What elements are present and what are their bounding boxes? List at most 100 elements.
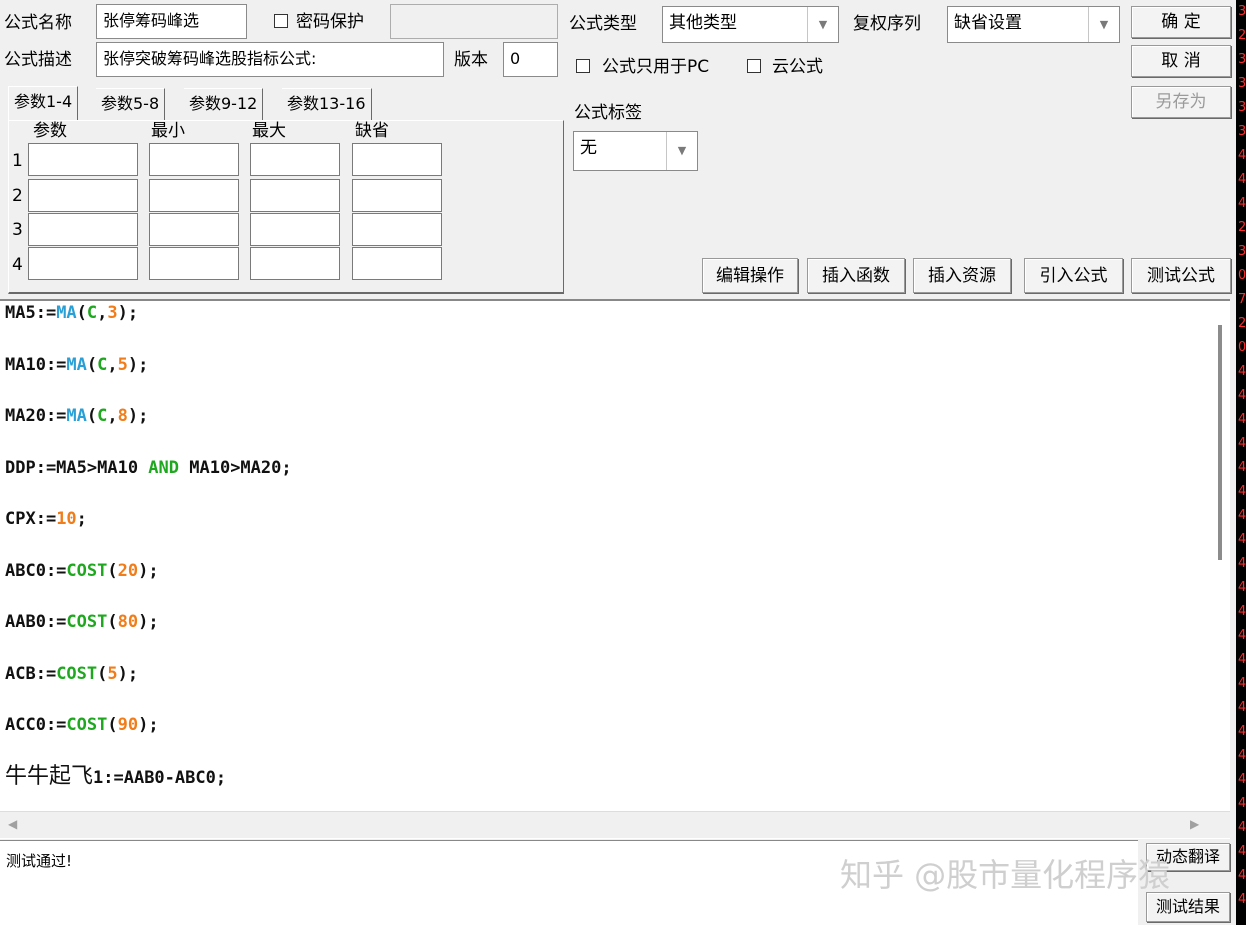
- formula-desc-input[interactable]: 张停突破筹码峰选股指标公式:: [96, 42, 444, 77]
- code-token: AAB0:=: [5, 612, 67, 632]
- restore-series-select[interactable]: 缺省设置 ▼: [947, 6, 1120, 43]
- pc-only-checkbox[interactable]: [576, 59, 590, 73]
- code-token: ABC0:=: [5, 560, 67, 581]
- param-1-default[interactable]: [352, 143, 442, 176]
- code-line: MA10:=MA(C,5);: [5, 354, 148, 376]
- test-formula-button[interactable]: 测试公式: [1131, 258, 1231, 293]
- tab-params-1-4[interactable]: 参数1-4: [8, 86, 79, 121]
- formula-name-label: 公式名称: [4, 13, 72, 33]
- formula-name-input[interactable]: 张停筹码峰选: [96, 4, 247, 39]
- param-4-min[interactable]: [149, 247, 239, 280]
- code-editor[interactable]: [0, 299, 1230, 839]
- code-token: COST: [56, 663, 98, 684]
- param-header-max: 最大: [252, 121, 286, 141]
- param-2-max[interactable]: [250, 179, 340, 212]
- param-3-min[interactable]: [149, 213, 239, 246]
- strip-char: 2: [1238, 28, 1246, 43]
- strip-char: 3: [1238, 76, 1246, 91]
- code-token: MA10:=: [5, 354, 67, 375]
- strip-char: 4: [1238, 172, 1246, 187]
- strip-char: 2: [1238, 316, 1246, 331]
- strip-char: 4: [1238, 628, 1246, 643]
- formula-tag-select[interactable]: 无 ▼: [573, 131, 698, 171]
- strip-char: 3: [1238, 244, 1246, 259]
- code-token: C: [97, 354, 108, 375]
- chevron-down-icon[interactable]: ▼: [1088, 7, 1119, 42]
- code-token: ,: [107, 406, 118, 426]
- scroll-left-icon[interactable]: ◀: [8, 817, 17, 831]
- code-token: 3: [107, 303, 118, 323]
- test-result-button[interactable]: 测试结果: [1146, 892, 1230, 922]
- tab-params-5-8[interactable]: 参数5-8: [96, 88, 166, 120]
- code-token: );: [138, 612, 159, 632]
- strip-char: 2: [1238, 220, 1246, 235]
- formula-type-label: 公式类型: [569, 14, 637, 34]
- chevron-down-icon[interactable]: ▼: [666, 132, 697, 170]
- param-1-max[interactable]: [250, 143, 340, 176]
- param-1-min[interactable]: [149, 143, 239, 176]
- code-token: DDP:=MA5>MA10: [5, 457, 149, 478]
- horizontal-scrollbar[interactable]: ◀ ▶: [0, 811, 1230, 838]
- password-checkbox[interactable]: [274, 14, 288, 28]
- cloud-formula-checkbox[interactable]: [747, 59, 761, 73]
- strip-char: 4: [1238, 364, 1246, 379]
- param-2-name[interactable]: [28, 179, 138, 212]
- code-token: ACC0:=: [5, 715, 67, 735]
- scroll-right-icon[interactable]: ▶: [1190, 817, 1199, 831]
- param-1-name[interactable]: [28, 143, 138, 176]
- param-4-name[interactable]: [28, 247, 138, 280]
- param-4-max[interactable]: [250, 247, 340, 280]
- param-2-default[interactable]: [352, 179, 442, 212]
- version-input[interactable]: 0: [503, 42, 558, 77]
- strip-char: 3: [1238, 100, 1246, 115]
- code-token: (: [107, 560, 118, 581]
- code-token: );: [138, 560, 159, 581]
- param-2-min[interactable]: [149, 179, 239, 212]
- formula-type-value: 其他类型: [669, 13, 737, 33]
- insert-resource-button[interactable]: 插入资源: [913, 258, 1011, 293]
- vertical-scrollbar[interactable]: [1218, 325, 1222, 560]
- formula-tag-label: 公式标签: [574, 103, 642, 123]
- strip-char: 3: [1238, 4, 1246, 19]
- param-3-name[interactable]: [28, 213, 138, 246]
- code-token: 80: [117, 612, 139, 632]
- strip-char: 4: [1238, 820, 1246, 835]
- code-token: 8: [117, 406, 128, 426]
- strip-char: 3: [1238, 124, 1246, 139]
- params-panel: 参数 最小 最大 缺省 1 2 3 4: [8, 120, 564, 294]
- code-token: COST: [66, 560, 108, 581]
- strip-char: 4: [1238, 484, 1246, 499]
- strip-char: 4: [1238, 772, 1246, 787]
- param-3-max[interactable]: [250, 213, 340, 246]
- code-line: MA20:=MA(C,8);: [5, 405, 148, 427]
- code-token: MA: [66, 406, 87, 426]
- code-token: );: [117, 663, 139, 684]
- strip-char: 4: [1238, 388, 1246, 403]
- param-header-min: 最小: [151, 121, 185, 141]
- password-input[interactable]: [390, 4, 558, 39]
- watermark-text: 知乎 @股市量化程序猿: [840, 856, 1171, 894]
- insert-function-button[interactable]: 插入函数: [807, 258, 905, 293]
- strip-char: 4: [1238, 652, 1246, 667]
- code-token: ;: [76, 509, 87, 529]
- param-4-default[interactable]: [352, 247, 442, 280]
- strip-char: 4: [1238, 796, 1246, 811]
- edit-ops-button[interactable]: 编辑操作: [702, 258, 798, 293]
- import-formula-button[interactable]: 引入公式: [1024, 258, 1123, 293]
- formula-type-select[interactable]: 其他类型 ▼: [662, 6, 839, 43]
- tab-params-9-12[interactable]: 参数9-12: [184, 88, 264, 120]
- code-line: DDP:=MA5>MA10 AND MA10>MA20;: [5, 457, 292, 479]
- background-strip: 3 2 3 3 3 3 4 4 4 2 3 0 7 2 0 4 4 4 4 4 4 4 4 4 4 4 4 4 4 4 4 4 4 4 4 4 4 4: [1236, 0, 1246, 925]
- cancel-button[interactable]: 取 消: [1131, 45, 1231, 77]
- code-token: (: [97, 663, 108, 684]
- code-line: MA5:=MA(C,3);: [5, 302, 138, 324]
- password-label: 密码保护: [296, 12, 364, 32]
- save-as-button[interactable]: 另存为: [1131, 86, 1231, 118]
- param-3-default[interactable]: [352, 213, 442, 246]
- ok-button[interactable]: 确 定: [1131, 6, 1231, 38]
- chevron-down-icon[interactable]: ▼: [807, 7, 838, 42]
- param-row-label: 4: [12, 255, 23, 275]
- tab-params-13-16[interactable]: 参数13-16: [282, 88, 372, 120]
- code-token: 牛牛起飞: [5, 763, 94, 789]
- strip-char: 4: [1238, 508, 1246, 523]
